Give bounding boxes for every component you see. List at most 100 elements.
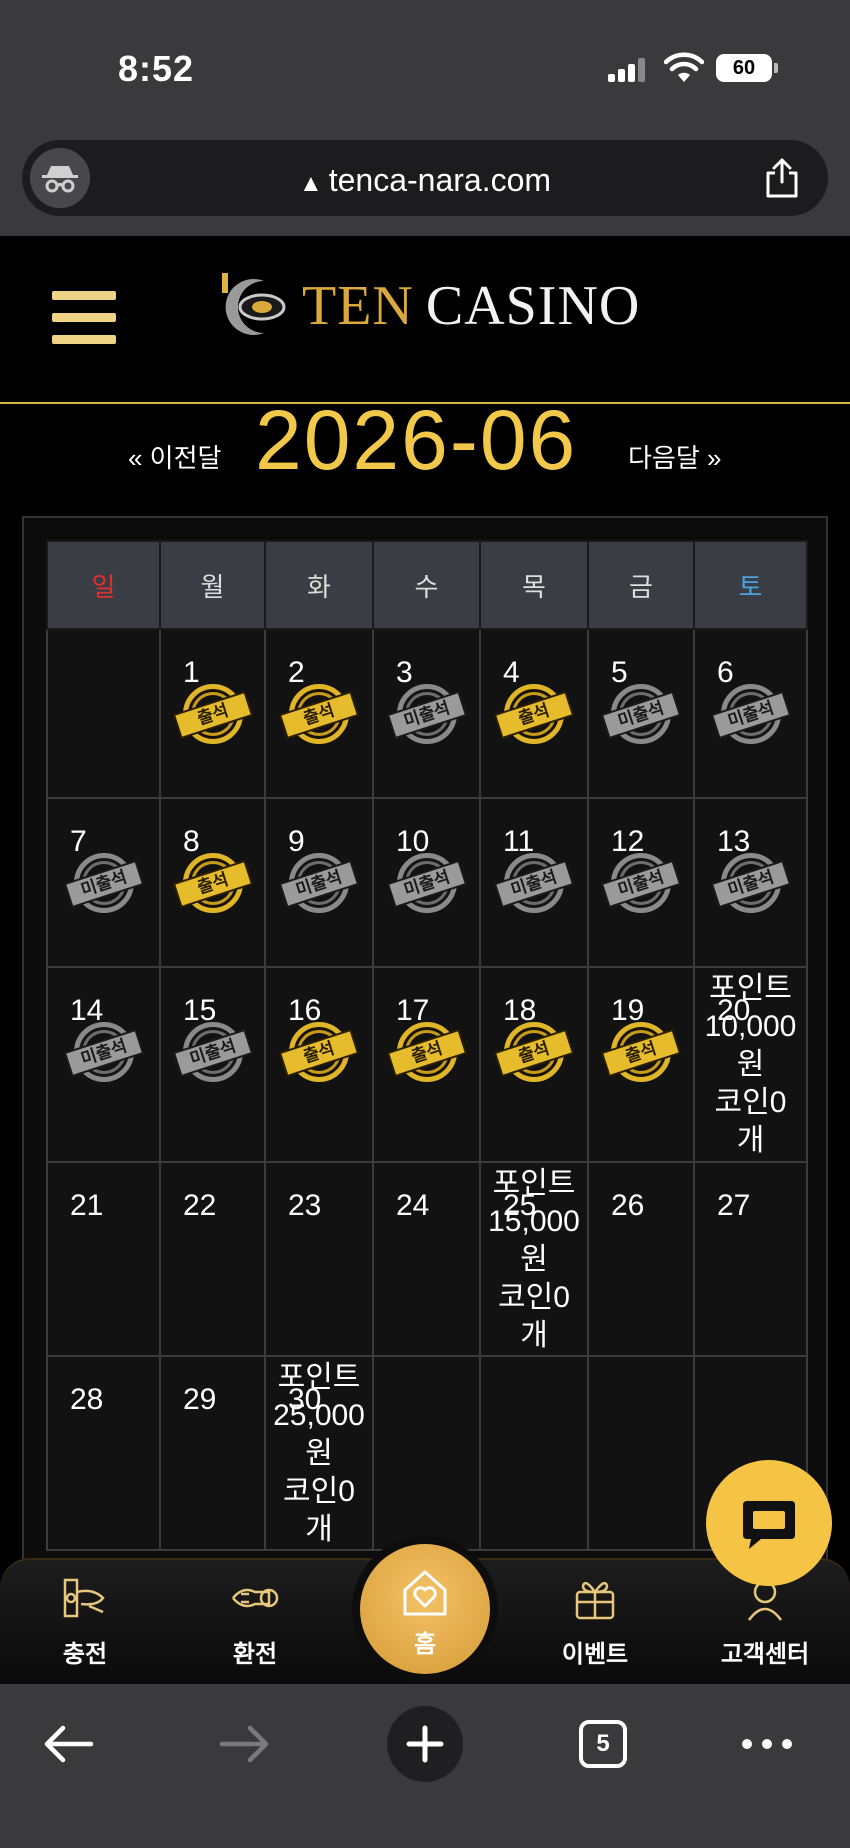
calendar-day-26: 26 [587,1161,695,1357]
calendar-day-6: 6 미출석 [693,628,808,799]
calendar-day-24: 24 [372,1161,481,1357]
nav-withdraw-label: 환전 [232,1641,278,1668]
calendar-day-11: 11 미출석 [479,797,589,968]
calendar-day-13: 13 미출석 [693,797,808,968]
nav-event[interactable]: 이벤트 [525,1560,665,1686]
calendar-day-30: 30 포인트 25,000 원 코인0 개 [264,1355,374,1551]
wifi-icon [664,52,704,82]
calendar-day-15: 15 미출석 [159,966,266,1163]
week-row: 21 22 23 24 25 포인트 15,000 원 코인0 개 26 27 [46,1161,808,1357]
calendar-day-3: 3 미출석 [372,628,481,799]
calendar-day-20: 20 포인트 10,000 원 코인0 개 [693,966,808,1163]
calendar-day-7: 7 미출석 [46,797,161,968]
calendar-empty-cell [372,1355,481,1551]
share-icon[interactable] [764,158,800,198]
nav-deposit[interactable]: 충전 [15,1560,155,1686]
nav-deposit-label: 충전 [62,1641,108,1668]
week-row: 14 미출석 15 미출석 16 출석 17 출석 18 출석 19 출석 20 포인트 10… [46,966,808,1163]
attended-stamp-icon: 출석 [386,1020,467,1084]
attended-stamp-icon: 출석 [493,682,575,746]
deposit-icon [63,1578,105,1618]
tabs-count: 5 [579,1720,627,1768]
logo-text: TEN CASINO [302,275,641,337]
calendar-day-18: 18 출석 [479,966,589,1163]
new-tab-button[interactable] [387,1706,463,1782]
cellular-signal-icon [608,58,648,82]
week-row: 1 출석 2 출석 3 미출석 4 출석 5 미출석 6 미출석 [46,628,808,799]
weekday-tue: 화 [264,540,374,630]
browser-toolbar: 5 [0,1684,850,1848]
nav-withdraw[interactable]: 환전 [185,1560,325,1686]
day-number: 27 [717,1189,751,1222]
calendar-day-10: 10 미출석 [372,797,481,968]
more-dots-icon [742,1739,792,1749]
calendar-day-2: 2 출석 [264,628,374,799]
menu-hamburger-icon[interactable] [52,291,116,345]
absent-stamp-icon: 미출석 [600,682,682,746]
calendar-day-9: 9 미출석 [264,797,374,968]
site-logo[interactable]: TEN CASINO [218,266,640,346]
absent-stamp-icon: 미출석 [172,1020,253,1084]
tabs-button[interactable]: 5 [563,1704,643,1784]
calendar-day-14: 14 미출석 [46,966,161,1163]
status-bar: 8:52 60 [0,0,850,130]
back-button[interactable] [28,1704,108,1784]
calendar-day-16: 16 출석 [264,966,374,1163]
nav-event-label: 이벤트 [561,1641,629,1668]
day-number: 23 [288,1189,322,1222]
attended-stamp-icon: 출석 [278,1020,360,1084]
attended-stamp-icon: 출석 [493,1020,575,1084]
month-title: 2026-06 [255,393,578,487]
chat-button[interactable] [706,1460,832,1586]
url-text[interactable]: ▲ tenca-nara.com [22,162,828,199]
site-header: TEN CASINO [0,236,850,404]
calendar-day-4: 4 출석 [479,628,589,799]
absent-stamp-icon: 미출석 [63,851,144,915]
calendar-day-17: 17 출석 [372,966,481,1163]
weekday-sat: 토 [693,540,808,630]
weekday-sun: 일 [46,540,161,630]
week-row: 28 29 30 포인트 25,000 원 코인0 개 [46,1355,808,1551]
calendar-day-21: 21 [46,1161,161,1357]
weekday-header-row: 일 월 화 수 목 금 토 [46,540,808,630]
attended-stamp-icon: 출석 [172,851,253,915]
calendar-day-25: 25 포인트 15,000 원 코인0 개 [479,1161,589,1357]
day-number: 21 [70,1189,104,1222]
arrow-right-icon [219,1725,269,1763]
status-time: 8:52 [118,48,195,89]
url-domain: tenca-nara.com [328,162,552,198]
attended-stamp-icon: 출석 [172,682,253,746]
day-number: 29 [183,1383,217,1416]
absent-stamp-icon: 미출석 [386,851,467,915]
arrow-left-icon [44,1725,94,1763]
day-number: 26 [611,1189,645,1222]
week-row: 7 미출석 8 출석 9 미출석 10 미출석 11 미출석 12 미출석 13 미출석 [46,797,808,968]
attendance-calendar: 일 월 화 수 목 금 토 1 출석 2 출석 3 미출석 4 출석 5 미출석 6 미출석… [22,516,828,1566]
battery-indicator: 60 [716,54,778,82]
calendar-empty-cell [587,1355,695,1551]
gift-icon [575,1581,615,1620]
nav-home-button[interactable]: 홈 [360,1544,490,1674]
weekday-fri: 금 [587,540,695,630]
calendar-day-29: 29 [159,1355,266,1551]
calendar-day-27: 27 [693,1161,808,1357]
weekday-mon: 월 [159,540,266,630]
prev-month-link[interactable]: « 이전달 [128,438,221,475]
withdraw-icon [232,1588,279,1608]
next-month-link[interactable]: 다음달 » [628,438,721,475]
chat-bubble-icon [743,1501,795,1549]
calendar-day-1: 1 출석 [159,628,266,799]
more-menu-button[interactable] [727,1704,807,1784]
calendar-day-23: 23 [264,1161,374,1357]
weekday-thu: 목 [479,540,589,630]
absent-stamp-icon: 미출석 [63,1020,144,1084]
calendar-day-12: 12 미출석 [587,797,695,968]
address-bar[interactable]: ▲ tenca-nara.com [22,140,828,216]
browser-address-area: ▲ tenca-nara.com [0,130,850,236]
forward-button[interactable] [205,1704,285,1784]
calendar-day-19: 19 출석 [587,966,695,1163]
logo-mark-icon [222,273,286,335]
absent-stamp-icon: 미출석 [600,851,682,915]
calendar-day-22: 22 [159,1161,266,1357]
absent-stamp-icon: 미출석 [493,851,575,915]
